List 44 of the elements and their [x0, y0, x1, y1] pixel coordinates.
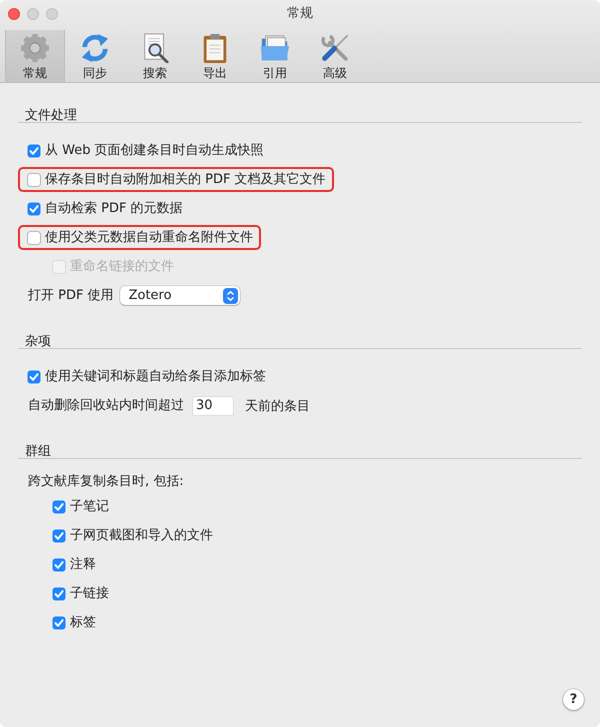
checkbox-label: 标签 — [70, 614, 96, 630]
checkbox-label: 子笔记 — [70, 498, 109, 514]
checkbox-label: 从 Web 页面创建条目时自动生成快照 — [45, 142, 264, 158]
section-title: 杂项 — [25, 333, 51, 351]
window-title: 常规 — [287, 6, 313, 22]
dropdown-select[interactable]: Zotero — [120, 286, 240, 305]
checkbox[interactable] — [52, 616, 66, 630]
gear-icon — [20, 33, 50, 63]
field-label: 自动删除回收站内时间超过 — [28, 398, 184, 414]
checkbox-label: 子链接 — [70, 586, 109, 602]
checkbox[interactable] — [52, 558, 66, 572]
up-down-chevron-icon — [222, 288, 238, 304]
checkbox-label: 保存条目时自动附加相关的 PDF 文档及其它文件 — [45, 172, 326, 188]
help-button[interactable]: ? — [563, 689, 584, 710]
checkbox-label: 使用父类元数据自动重命名附件文件 — [45, 230, 253, 246]
checkbox-label: 子网页截图和导入的文件 — [70, 528, 213, 544]
days-input-field[interactable]: 30 — [193, 396, 233, 414]
toolbar-tab[interactable]: 高级 — [305, 30, 365, 82]
checkbox[interactable] — [52, 586, 66, 600]
close-button[interactable] — [8, 8, 20, 20]
toolbar-tab[interactable]: 导出 — [185, 30, 245, 82]
section-title: 群组 — [25, 443, 51, 461]
checkbox-label: 使用关键词和标题自动给条目添加标签 — [45, 368, 266, 384]
section-title: 文件处理 — [25, 107, 77, 125]
toolbar-tab[interactable]: 常规 — [5, 30, 65, 82]
field-suffix: 天前的条目 — [245, 398, 310, 414]
toolbar-tab[interactable]: 同步 — [65, 30, 125, 82]
checkbox-label: 重命名链接的文件 — [70, 258, 174, 274]
sync-icon — [80, 33, 110, 63]
toolbar-tab[interactable]: 引用 — [245, 30, 305, 82]
group-label: 跨文献库复制条目时, 包括: — [28, 474, 184, 490]
checkbox[interactable] — [27, 144, 41, 158]
checkbox[interactable] — [27, 202, 41, 216]
checkbox-label: 自动检索 PDF 的元数据 — [45, 200, 183, 216]
checkbox[interactable] — [27, 172, 41, 186]
wrench-screwdriver-icon — [320, 33, 350, 63]
checkbox[interactable] — [52, 500, 66, 514]
checkbox[interactable] — [52, 528, 66, 542]
field-label: 打开 PDF 使用 — [28, 288, 114, 304]
toolbar-tab[interactable]: 搜索 — [125, 30, 185, 82]
checkbox[interactable] — [27, 230, 41, 244]
checkbox-label: 注释 — [70, 556, 96, 572]
checkbox[interactable] — [27, 370, 41, 384]
folder-icon — [260, 33, 290, 63]
